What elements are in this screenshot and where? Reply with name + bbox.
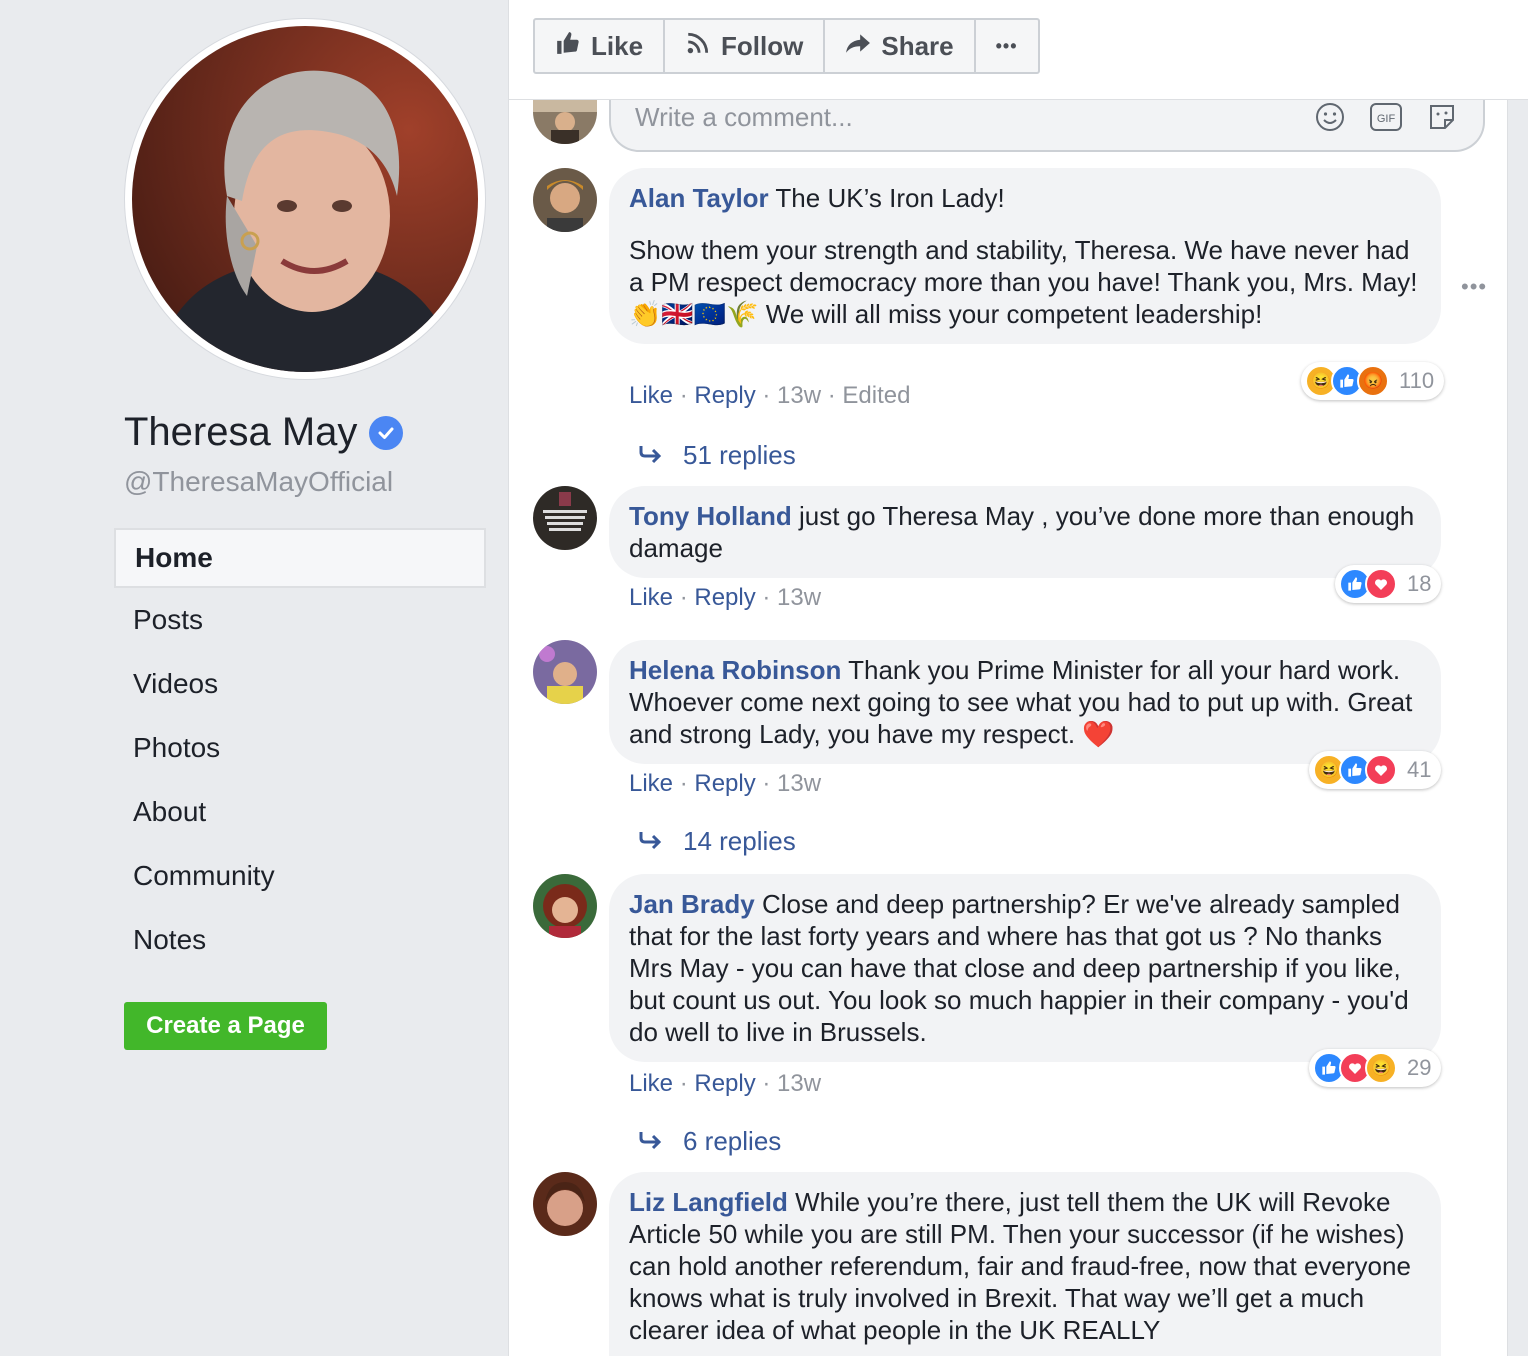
gif-icon[interactable]: GIF	[1369, 100, 1403, 134]
comment-author[interactable]: Liz Langfield	[629, 1187, 788, 1217]
thumbs-up-icon	[555, 30, 581, 63]
comment-reply-link[interactable]: Reply	[694, 382, 755, 409]
reaction-count: 110	[1399, 368, 1435, 393]
love-reaction-icon	[1365, 568, 1397, 600]
page-title: Theresa May	[124, 410, 404, 455]
commenter-avatar[interactable]	[533, 640, 597, 704]
comment-author[interactable]: Helena Robinson	[629, 655, 841, 685]
view-replies-link[interactable]: 6 replies	[639, 1126, 781, 1157]
replies-count: 51 replies	[683, 440, 796, 470]
comment-composer: Write a comment... GIF	[533, 92, 1493, 154]
reply-arrow-icon	[639, 1126, 663, 1157]
comment-reply-link[interactable]: Reply	[694, 584, 755, 611]
reaction-count: 29	[1407, 1055, 1432, 1080]
comment-like-link[interactable]: Like	[629, 584, 673, 611]
page-handle[interactable]: @TheresaMayOfficial	[124, 466, 393, 498]
svg-text:GIF: GIF	[1377, 113, 1396, 125]
comment-reply-link[interactable]: Reply	[694, 1070, 755, 1097]
comment-bubble: Helena Robinson Thank you Prime Minister…	[609, 640, 1441, 764]
like-page-button[interactable]: Like	[535, 20, 666, 72]
comment-like-link[interactable]: Like	[629, 1070, 673, 1097]
page-action-bar: Like Follow Share •••	[509, 0, 1528, 100]
comment-author[interactable]: Tony Holland	[629, 501, 792, 531]
reaction-summary[interactable]: 😆 41	[1309, 751, 1442, 789]
comment-item: Liz Langfield While you’re there, just t…	[533, 1172, 1493, 1356]
comment-bubble: Liz Langfield While you’re there, just t…	[609, 1172, 1441, 1356]
comment-edited-label[interactable]: Edited	[842, 382, 910, 409]
reaction-summary[interactable]: 😆 😡 110	[1301, 362, 1445, 400]
angry-reaction-icon: 😡	[1357, 365, 1389, 397]
follow-page-button[interactable]: Follow	[665, 20, 826, 72]
share-arrow-icon	[845, 30, 871, 63]
comment-options-icon[interactable]: •••	[1461, 274, 1487, 300]
comment-item: Jan Brady Close and deep partnership? Er…	[533, 874, 1493, 1164]
comment-bubble: Alan Taylor The UK’s Iron Lady! Show the…	[609, 168, 1441, 344]
comment-item: Alan Taylor The UK’s Iron Lady! Show the…	[533, 168, 1493, 471]
comment-meta: Like · Reply · 13w	[629, 584, 822, 611]
nav-item-videos[interactable]: Videos	[114, 652, 486, 716]
reaction-count: 41	[1407, 757, 1432, 782]
follow-page-label: Follow	[721, 30, 804, 61]
comment-timestamp[interactable]: 13w	[777, 1070, 821, 1097]
page-nav: Home Posts Videos Photos About Community…	[114, 528, 486, 972]
comments-panel: Like Follow Share ••• Write a comment...…	[508, 0, 1528, 1356]
haha-reaction-icon: 😆	[1365, 1052, 1397, 1084]
profile-picture[interactable]	[132, 26, 478, 372]
comment-bubble: Tony Holland just go Theresa May , you’v…	[609, 486, 1441, 578]
comment-reply-link[interactable]: Reply	[694, 770, 755, 797]
comment-bubble: Jan Brady Close and deep partnership? Er…	[609, 874, 1441, 1062]
nav-item-about[interactable]: About	[114, 780, 486, 844]
replies-count: 6 replies	[683, 1126, 782, 1156]
nav-item-photos[interactable]: Photos	[114, 716, 486, 780]
love-reaction-icon	[1365, 754, 1397, 786]
comment-timestamp[interactable]: 13w	[777, 584, 821, 611]
comment-meta: Like · Reply · 13w	[629, 1070, 822, 1097]
share-page-label: Share	[881, 30, 954, 61]
comment-meta: Like · Reply · 13w · Edited	[629, 382, 911, 409]
reaction-summary[interactable]: 18	[1335, 565, 1442, 603]
comment-text: Show them your strength and stability, T…	[629, 235, 1418, 329]
comment-author[interactable]: Jan Brady	[629, 889, 755, 919]
more-options-button[interactable]: •••	[976, 20, 1038, 72]
reaction-count: 18	[1407, 571, 1432, 596]
comment-text-first: The UK’s Iron Lady!	[768, 183, 1005, 213]
comment-item: Tony Holland just go Theresa May , you’v…	[533, 486, 1493, 616]
comment-like-link[interactable]: Like	[629, 382, 673, 409]
sticker-icon[interactable]	[1425, 100, 1459, 134]
nav-item-notes[interactable]: Notes	[114, 908, 486, 972]
page-name[interactable]: Theresa May	[124, 410, 357, 455]
comment-item: Helena Robinson Thank you Prime Minister…	[533, 640, 1493, 860]
action-button-group: Like Follow Share •••	[533, 18, 1040, 74]
comment-input[interactable]: Write a comment... GIF	[609, 92, 1485, 152]
commenter-avatar[interactable]	[533, 874, 597, 938]
reaction-summary[interactable]: 😆 29	[1309, 1049, 1442, 1087]
emoji-icon[interactable]	[1313, 100, 1347, 134]
view-replies-link[interactable]: 51 replies	[639, 440, 796, 471]
nav-item-posts[interactable]: Posts	[114, 588, 486, 652]
view-replies-link[interactable]: 14 replies	[639, 826, 796, 857]
create-page-button[interactable]: Create a Page	[124, 1002, 327, 1050]
composer-icons: GIF	[1313, 100, 1459, 134]
reply-arrow-icon	[639, 826, 663, 857]
comment-input-placeholder: Write a comment...	[635, 102, 853, 132]
like-page-label: Like	[591, 30, 644, 61]
comment-like-link[interactable]: Like	[629, 770, 673, 797]
more-dots-icon: •••	[995, 35, 1018, 56]
comment-author[interactable]: Alan Taylor	[629, 183, 769, 213]
left-sidebar: Theresa May @TheresaMayOfficial Home Pos…	[0, 0, 508, 1356]
comment-timestamp[interactable]: 13w	[777, 382, 821, 409]
share-page-button[interactable]: Share	[825, 20, 976, 72]
rss-icon	[685, 30, 711, 63]
commenter-avatar[interactable]	[533, 486, 597, 550]
commenter-avatar[interactable]	[533, 168, 597, 232]
commenter-avatar[interactable]	[533, 1172, 597, 1236]
comment-timestamp[interactable]: 13w	[777, 770, 821, 797]
replies-count: 14 replies	[683, 826, 796, 856]
verified-check-icon	[369, 415, 404, 450]
reply-arrow-icon	[639, 440, 663, 471]
nav-item-home[interactable]: Home	[114, 528, 486, 588]
comment-meta: Like · Reply · 13w	[629, 770, 822, 797]
nav-item-community[interactable]: Community	[114, 844, 486, 908]
